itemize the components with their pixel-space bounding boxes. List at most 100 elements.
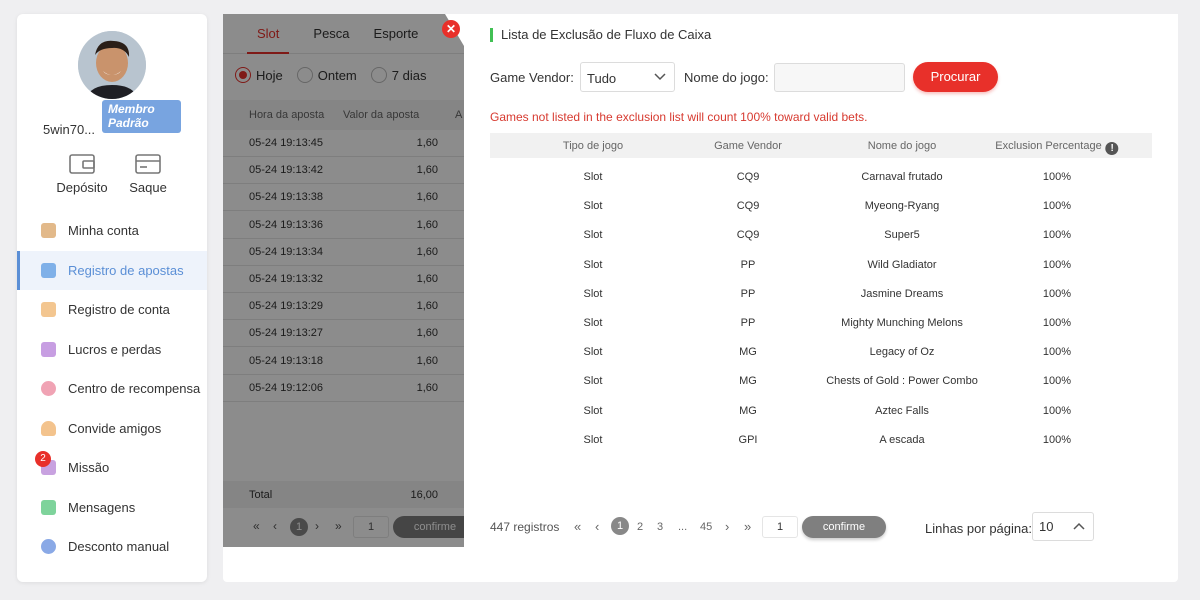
game-type-cell: Slot bbox=[583, 346, 603, 359]
sidebar-item-minha-conta[interactable]: Minha conta bbox=[17, 211, 207, 251]
table-row: Slot PP Jasmine Dreams 100% bbox=[490, 278, 1152, 307]
last-page-icon[interactable]: » bbox=[744, 519, 751, 534]
confirm-button[interactable]: confirme bbox=[802, 516, 886, 538]
table-row: Slot GPI A escada 100% bbox=[490, 424, 1152, 453]
exclusion-percentage-cell: 100% bbox=[1042, 346, 1072, 359]
sidebar-item-label: Mensagens bbox=[68, 499, 136, 515]
sidebar-item-convide-amigos[interactable]: Convide amigos bbox=[17, 409, 207, 449]
table-row: Slot CQ9 Carnaval frutado 100% bbox=[490, 161, 1152, 190]
sidebar-item-missao[interactable]: 2 Missão bbox=[17, 448, 207, 488]
chevron-up-icon bbox=[1073, 522, 1085, 530]
rows-per-page-select[interactable]: 10 bbox=[1032, 512, 1094, 541]
member-level-badge: Membro Padrão bbox=[102, 100, 181, 133]
game-name-cell: Myeong-Ryang bbox=[864, 200, 940, 213]
game-vendor-cell: CQ9 bbox=[736, 171, 760, 183]
game-name-cell: Super5 bbox=[884, 229, 920, 242]
table-row: Slot CQ9 Super5 100% bbox=[490, 219, 1152, 248]
sidebar-item-label: Lucros e perdas bbox=[68, 341, 162, 357]
page-button[interactable]: 3 bbox=[657, 521, 663, 533]
sidebar-item-registro-de-conta[interactable]: Registro de conta bbox=[17, 290, 207, 330]
game-type-cell: Slot bbox=[583, 287, 603, 300]
sidebar-item-lucros-e-perdas[interactable]: Lucros e perdas bbox=[17, 330, 207, 370]
next-page-icon[interactable]: › bbox=[725, 519, 729, 534]
exclusion-table-header: Tipo de jogo Game Vendor Nome do jogo Ex… bbox=[490, 133, 1152, 158]
modal-title: Lista de Exclusão de Fluxo de Caixa bbox=[490, 28, 711, 42]
game-type-cell: Slot bbox=[583, 375, 603, 388]
game-vendor-cell: MG bbox=[739, 346, 757, 359]
game-name-cell: Legacy of Oz bbox=[869, 346, 935, 359]
game-vendor-cell: CQ9 bbox=[736, 229, 760, 242]
game-vendor-cell: GPI bbox=[738, 433, 758, 446]
game-type-cell: Slot bbox=[583, 404, 603, 417]
column-header: Tipo de jogo bbox=[562, 140, 624, 152]
card-icon bbox=[135, 154, 161, 174]
search-button[interactable]: Procurar bbox=[913, 62, 998, 92]
sidebar-item-label: Desconto manual bbox=[68, 539, 170, 555]
game-type-cell: Slot bbox=[583, 200, 603, 213]
game-vendor-cell: MG bbox=[739, 375, 757, 388]
exclusion-percentage-cell: 100% bbox=[1042, 433, 1072, 446]
username: 5win70... bbox=[43, 122, 96, 137]
column-header: Game Vendor bbox=[714, 140, 782, 152]
exclusion-percentage-cell: 100% bbox=[1042, 404, 1072, 417]
vendor-select[interactable]: Tudo bbox=[580, 62, 675, 92]
game-name-cell: Chests of Gold : Power Combo bbox=[826, 375, 978, 388]
game-name-label: Nome do jogo: bbox=[684, 70, 769, 85]
info-icon[interactable]: ! bbox=[1105, 142, 1119, 155]
record-count: 447 registros bbox=[490, 520, 560, 534]
messages-icon bbox=[41, 499, 56, 515]
game-name-cell: A escada bbox=[879, 433, 925, 446]
sidebar-item-label: Missão bbox=[68, 460, 110, 476]
page-input[interactable]: 1 bbox=[762, 516, 798, 538]
page-ellipsis: ... bbox=[678, 521, 688, 533]
avatar[interactable] bbox=[78, 31, 146, 99]
chevron-down-icon bbox=[654, 73, 666, 81]
game-name-label-text: Nome do jogo bbox=[684, 70, 765, 85]
exclusion-percentage-cell: 100% bbox=[1042, 229, 1072, 242]
page-button[interactable]: 45 bbox=[700, 521, 712, 533]
discount-icon bbox=[41, 539, 56, 555]
first-page-icon[interactable]: « bbox=[574, 519, 581, 534]
deposit-button[interactable]: Depósito bbox=[52, 154, 112, 195]
dim-overlay[interactable] bbox=[223, 14, 464, 547]
vendor-select-value: Tudo bbox=[587, 71, 617, 86]
sidebar-item-registro-de-apostas[interactable]: Registro de apostas bbox=[17, 250, 207, 290]
table-row: Slot PP Mighty Munching Melons 100% bbox=[490, 307, 1152, 336]
page-button[interactable]: 1 bbox=[611, 517, 629, 535]
game-vendor-cell: PP bbox=[740, 317, 756, 329]
close-icon[interactable]: ✕ bbox=[442, 20, 460, 38]
withdraw-button[interactable]: Saque bbox=[118, 154, 178, 195]
game-vendor-cell: MG bbox=[739, 404, 757, 417]
exclusion-warning: Games not listed in the exclusion list w… bbox=[490, 110, 868, 124]
page-button[interactable]: 2 bbox=[637, 521, 643, 533]
game-name-cell: Wild Gladiator bbox=[867, 258, 937, 271]
mission-count-badge: 2 bbox=[35, 451, 51, 467]
game-name-cell: Aztec Falls bbox=[875, 404, 929, 417]
withdraw-label: Saque bbox=[129, 180, 167, 195]
exclusion-pagination: 447 registros « ‹ 1 2 3 ... 45 › » 1 con… bbox=[490, 512, 1170, 542]
game-vendor-cell: CQ9 bbox=[736, 200, 760, 213]
profit-loss-icon bbox=[41, 341, 56, 357]
exclusion-percentage-cell: 100% bbox=[1042, 200, 1072, 213]
sidebar: 5win70... Membro Padrão Depósito Saque M… bbox=[17, 14, 207, 582]
rows-per-page-label-text: Linhas por página bbox=[925, 521, 1029, 536]
sidebar-item-label: Centro de recompensa bbox=[68, 381, 201, 397]
exclusion-percentage-cell: 100% bbox=[1042, 375, 1072, 388]
column-header: Exclusion Percentage bbox=[995, 140, 1102, 152]
prev-page-icon[interactable]: ‹ bbox=[595, 519, 599, 534]
sidebar-item-label: Registro de apostas bbox=[68, 262, 184, 278]
column-header: Nome do jogo bbox=[867, 140, 937, 152]
sidebar-item-mensagens[interactable]: Mensagens bbox=[17, 488, 207, 528]
vendor-label: Game Vendor: bbox=[490, 70, 574, 85]
exclusion-percentage-cell: 100% bbox=[1042, 171, 1072, 183]
game-name-input[interactable] bbox=[774, 63, 905, 92]
sidebar-item-label: Convide amigos bbox=[68, 420, 162, 436]
account-record-icon bbox=[41, 302, 56, 318]
sidebar-item-label: Minha conta bbox=[68, 223, 139, 239]
sidebar-item-centro-de-recompensa[interactable]: Centro de recompensa bbox=[17, 369, 207, 409]
sidebar-item-desconto-manual[interactable]: Desconto manual bbox=[17, 527, 207, 567]
table-row: Slot MG Legacy of Oz 100% bbox=[490, 336, 1152, 365]
game-type-cell: Slot bbox=[583, 317, 603, 329]
sidebar-menu: Minha conta Registro de apostas Registro… bbox=[17, 211, 207, 567]
column-header-exclusion: Exclusion Percentage! bbox=[995, 140, 1119, 155]
